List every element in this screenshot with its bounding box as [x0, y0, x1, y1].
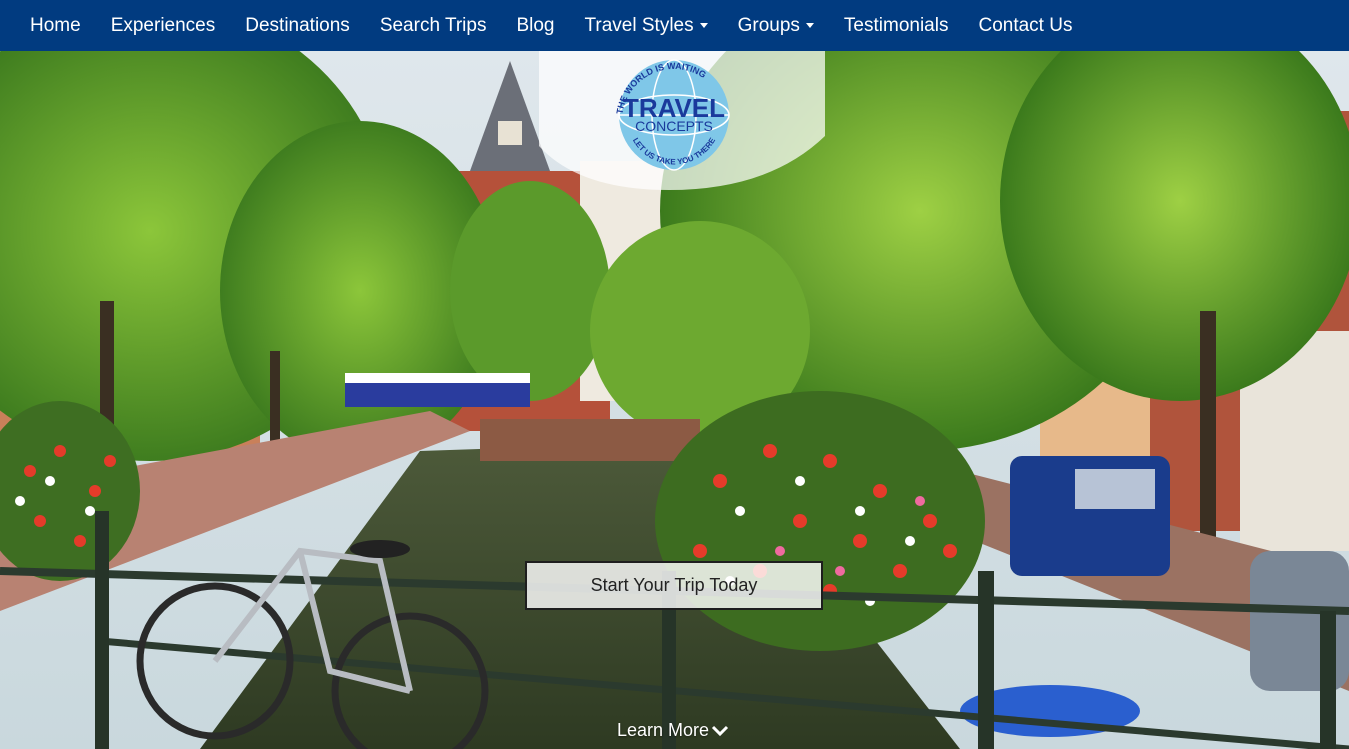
nav-blog[interactable]: Blog: [516, 15, 554, 37]
chevron-down-icon: [712, 725, 729, 736]
nav-experiences-label: Experiences: [110, 14, 216, 36]
start-trip-button[interactable]: Start Your Trip Today: [525, 561, 823, 610]
nav-home[interactable]: Home: [30, 15, 81, 37]
nav-blog-label: Blog: [516, 14, 555, 36]
nav-groups[interactable]: Groups: [738, 15, 814, 37]
nav-home-label: Home: [30, 14, 81, 36]
nav-travel-styles[interactable]: Travel Styles: [585, 15, 708, 37]
start-trip-label: Start Your Trip Today: [590, 575, 758, 595]
nav-contact-us[interactable]: Contact Us: [978, 15, 1072, 37]
nav-search-trips[interactable]: Search Trips: [380, 15, 487, 37]
nav-travel-styles-label: Travel Styles: [584, 14, 694, 36]
logo-line2: CONCEPTS: [635, 118, 713, 134]
logo-badge[interactable]: THE WORLD IS WAITING TRAVEL CONCEPTS LET…: [539, 51, 825, 190]
main-navbar: Home Experiences Destinations Search Tri…: [0, 0, 1349, 51]
nav-groups-label: Groups: [737, 14, 800, 36]
learn-more-label: Learn More: [617, 720, 710, 740]
nav-contact-us-label: Contact Us: [978, 14, 1073, 36]
nav-destinations[interactable]: Destinations: [245, 15, 350, 37]
caret-down-icon: [805, 23, 814, 28]
nav-testimonials[interactable]: Testimonials: [844, 15, 949, 37]
learn-more-link[interactable]: Learn More: [617, 720, 729, 741]
nav-testimonials-label: Testimonials: [843, 14, 949, 36]
caret-down-icon: [699, 23, 708, 28]
nav-destinations-label: Destinations: [245, 14, 350, 36]
nav-search-trips-label: Search Trips: [379, 14, 487, 36]
nav-experiences[interactable]: Experiences: [111, 15, 216, 37]
